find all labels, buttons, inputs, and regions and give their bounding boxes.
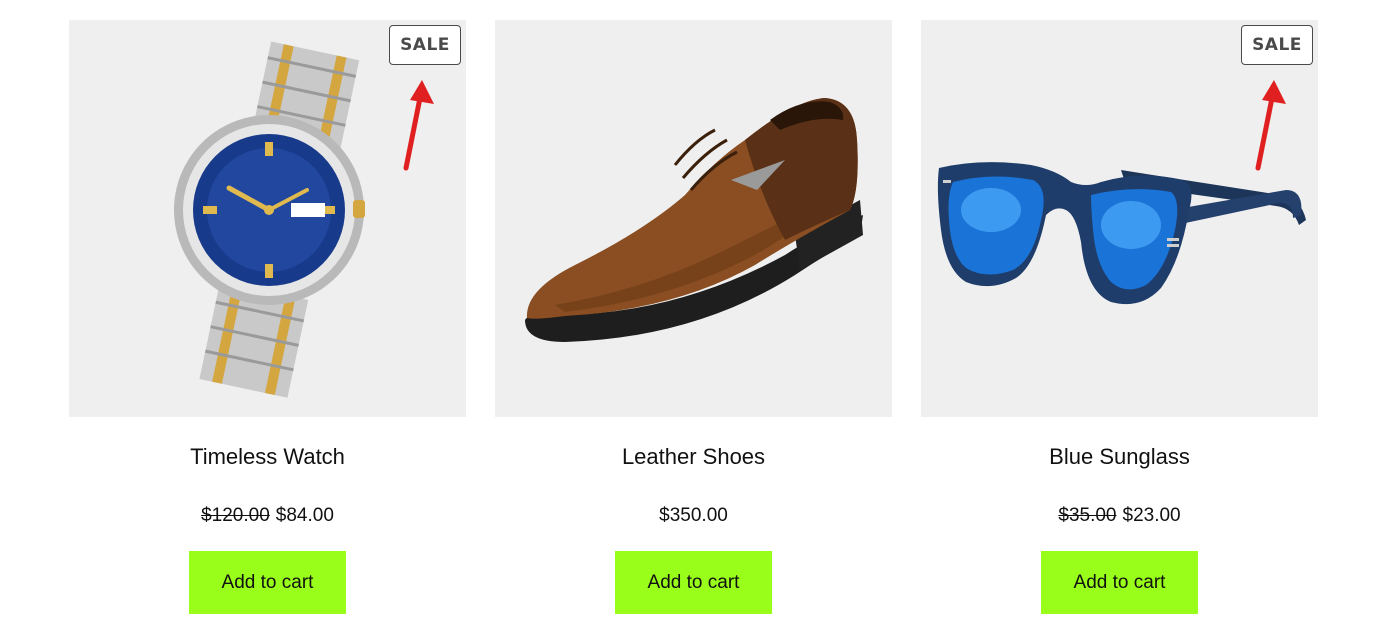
sale-badge: SALE [389, 25, 461, 65]
regular-price: $350.00 [659, 505, 728, 526]
product-image-shoes[interactable] [495, 20, 892, 417]
product-card-shoes: Leather Shoes $350.00 Add to cart [495, 20, 892, 620]
shoe-illustration [525, 98, 863, 342]
add-to-cart-button[interactable]: Add to cart [1041, 551, 1198, 614]
sale-price: $84.00 [275, 505, 334, 526]
product-price: $35.00 $23.00 [921, 505, 1318, 527]
original-price: $120.00 [201, 505, 270, 526]
product-title[interactable]: Leather Shoes [495, 444, 892, 470]
product-title[interactable]: Timeless Watch [69, 444, 466, 470]
product-price: $120.00 $84.00 [69, 505, 466, 527]
product-title[interactable]: Blue Sunglass [921, 444, 1318, 470]
product-image-watch[interactable]: SALE [69, 20, 466, 417]
product-image-sunglasses[interactable]: SALE [921, 20, 1318, 417]
original-price: $35.00 [1058, 505, 1117, 526]
product-card-watch: SALE Timeless Watch $120.00 $84.00 Add to… [69, 20, 466, 620]
sale-badge: SALE [1241, 25, 1313, 65]
add-to-cart-button[interactable]: Add to cart [615, 551, 772, 614]
product-card-sunglasses: SALE Blue Sunglass $35.00 $23.00 Add to c… [921, 20, 1318, 620]
product-price: $350.00 [495, 505, 892, 527]
sale-price: $23.00 [1122, 505, 1181, 526]
red-arrow-icon [403, 80, 434, 171]
add-to-cart-button[interactable]: Add to cart [189, 551, 346, 614]
red-arrow-icon [1255, 80, 1286, 171]
product-grid: SALE Timeless Watch $120.00 $84.00 Add to… [0, 0, 1387, 632]
